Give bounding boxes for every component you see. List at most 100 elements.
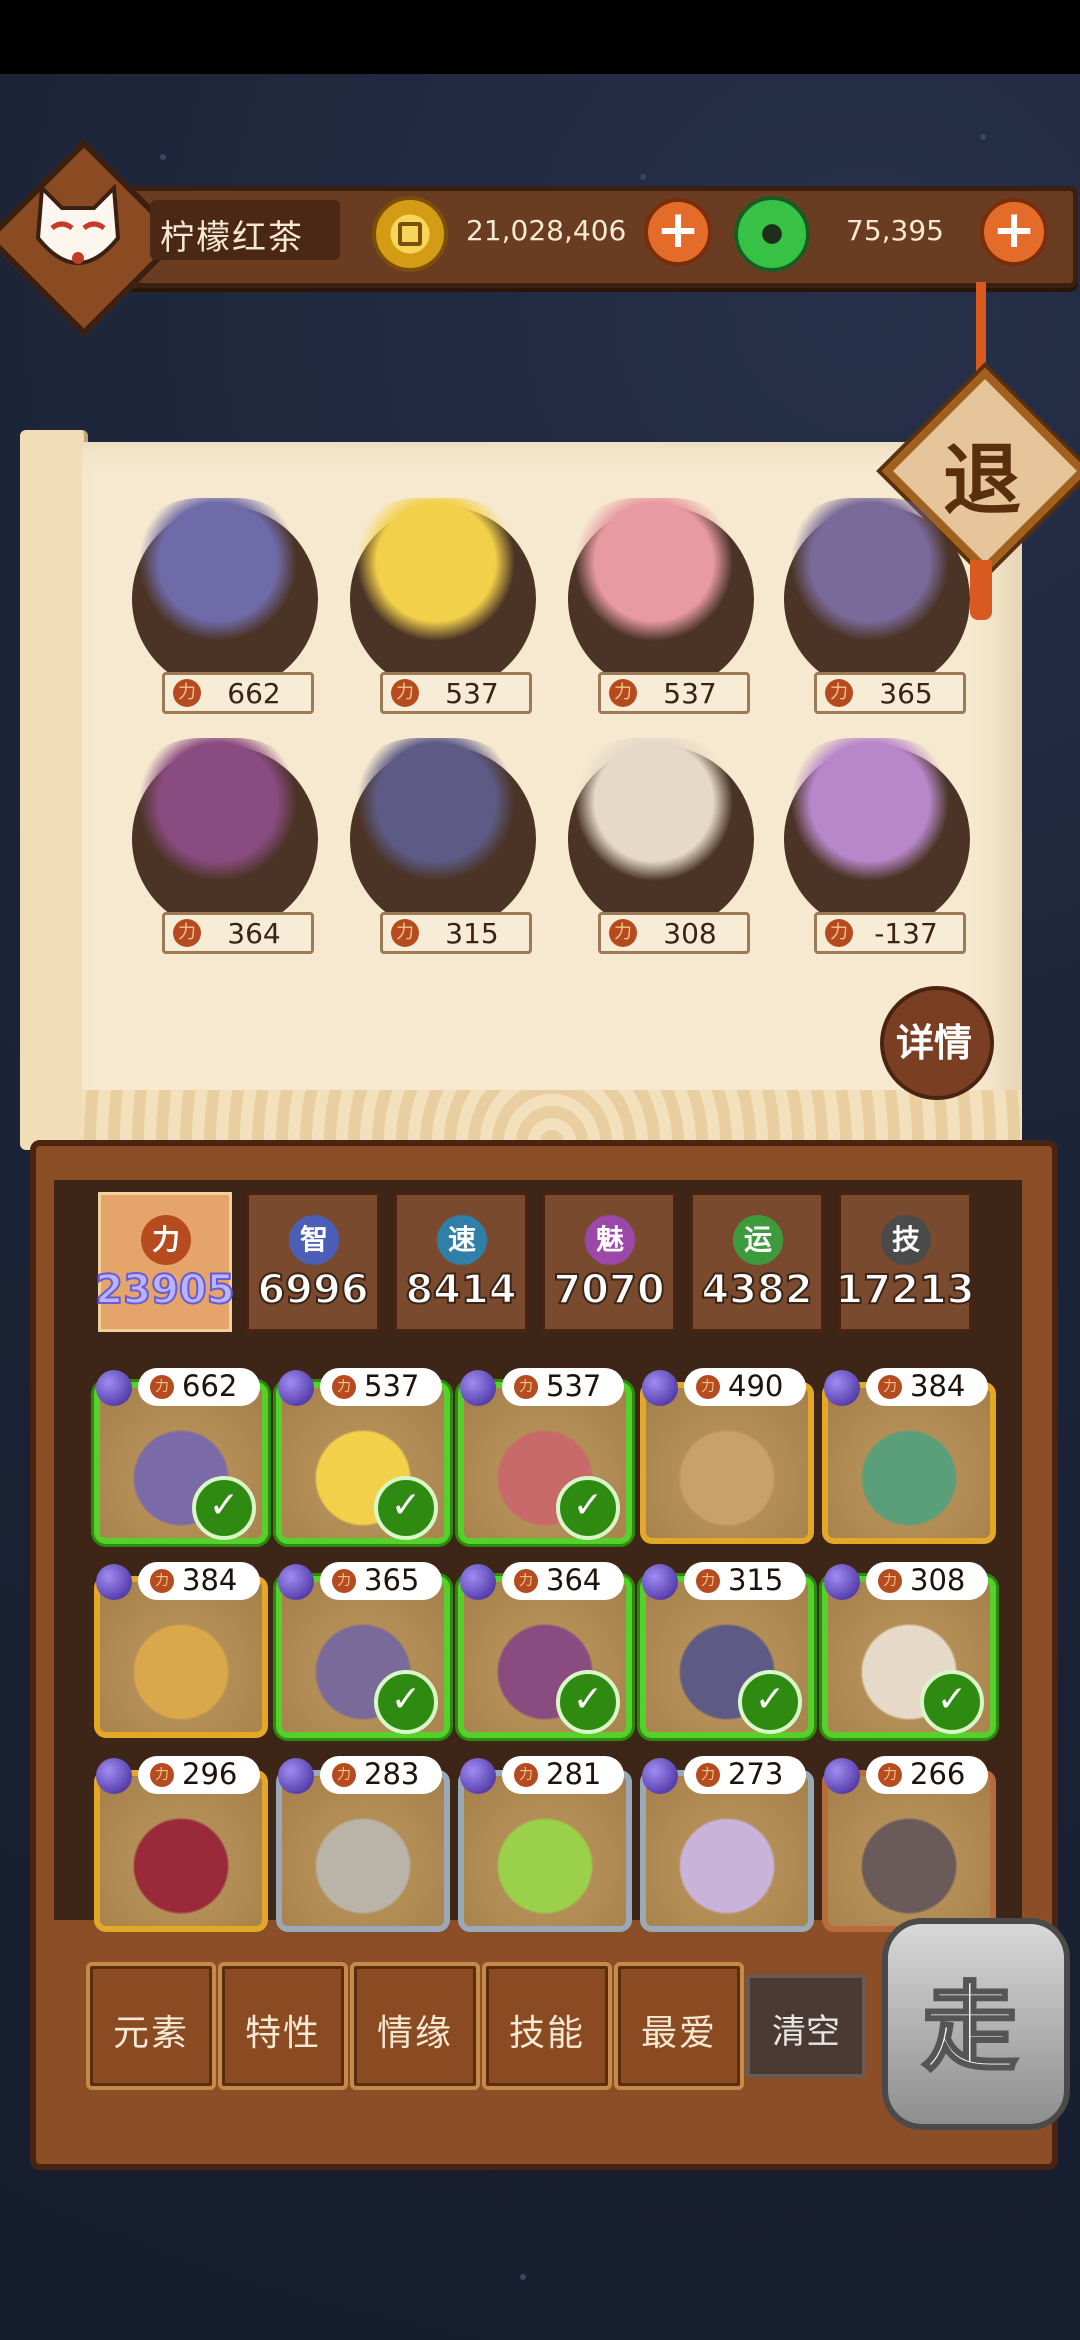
card-power-value: 365 (364, 1563, 420, 1597)
stat-tab[interactable]: 速 8414 (394, 1192, 528, 1332)
team-power-value: 308 (663, 917, 717, 950)
element-orb-icon (460, 1564, 496, 1600)
power-icon: 力 (391, 919, 419, 947)
power-icon: 力 (332, 1375, 356, 1399)
character-card[interactable] (458, 1770, 632, 1932)
stat-tab[interactable]: 技 17213 (834, 1192, 976, 1332)
stat-value: 8414 (404, 1266, 517, 1314)
stat-value: 23905 (94, 1266, 235, 1314)
team-member-slot[interactable]: 力 537 (554, 498, 754, 714)
stat-tab[interactable]: 智 6996 (246, 1192, 380, 1332)
element-orb-icon (824, 1758, 860, 1794)
element-orb-icon (96, 1370, 132, 1406)
team-power-tag: 力 365 (814, 672, 966, 714)
character-art (828, 1776, 990, 1926)
team-member-slot[interactable]: 力 662 (118, 498, 318, 714)
team-character-art (564, 738, 744, 898)
power-icon: 力 (514, 1375, 538, 1399)
team-member-slot[interactable]: 力 537 (336, 498, 536, 714)
element-orb-icon (642, 1564, 678, 1600)
stat-value: 7070 (552, 1266, 665, 1314)
team-member-slot[interactable]: 力 -137 (770, 738, 970, 954)
card-power-value: 384 (182, 1563, 238, 1597)
filter-label: 技能 (508, 2013, 585, 2054)
team-power-value: 662 (227, 677, 281, 710)
selected-check-icon: ✓ (192, 1476, 256, 1540)
filter-label: 情缘 (376, 2013, 453, 2054)
card-power-badge: 力 384 (866, 1368, 988, 1406)
element-orb-icon (824, 1370, 860, 1406)
team-member-slot[interactable]: 力 315 (336, 738, 536, 954)
card-power-badge: 力 296 (138, 1756, 260, 1794)
element-orb-icon (460, 1758, 496, 1794)
element-orb-icon (96, 1758, 132, 1794)
character-card[interactable] (94, 1576, 268, 1738)
power-icon: 力 (696, 1763, 720, 1787)
character-art (100, 1582, 262, 1732)
card-power-value: 490 (728, 1369, 784, 1403)
team-power-value: 364 (227, 917, 281, 950)
fox-mask-icon[interactable] (32, 178, 124, 288)
jade-coin-icon (734, 196, 810, 272)
character-art (282, 1776, 444, 1926)
card-power-badge: 力 364 (502, 1562, 624, 1600)
element-orb-icon (642, 1758, 678, 1794)
stat-icon: 魅 (585, 1215, 635, 1265)
card-power-value: 273 (728, 1757, 784, 1791)
card-power-badge: 力 266 (866, 1756, 988, 1794)
power-icon: 力 (878, 1763, 902, 1787)
filter-button[interactable]: 最爱 (614, 1962, 744, 2090)
card-power-badge: 力 537 (320, 1368, 442, 1406)
team-power-value: 365 (879, 677, 933, 710)
power-icon: 力 (514, 1569, 538, 1593)
filter-button[interactable]: 特性 (218, 1962, 348, 2090)
element-orb-icon (278, 1370, 314, 1406)
team-character-art (128, 498, 308, 658)
character-card[interactable] (640, 1382, 814, 1544)
power-icon: 力 (173, 679, 201, 707)
power-icon: 力 (825, 679, 853, 707)
character-card[interactable] (276, 1770, 450, 1932)
stat-tab[interactable]: 力 23905 (94, 1192, 236, 1332)
filter-button[interactable]: 情缘 (350, 1962, 480, 2090)
character-art (646, 1388, 808, 1538)
add-jade-button[interactable]: + (980, 198, 1048, 266)
card-power-value: 315 (728, 1563, 784, 1597)
power-icon: 力 (391, 679, 419, 707)
character-card[interactable] (640, 1770, 814, 1932)
card-power-badge: 力 273 (684, 1756, 806, 1794)
card-power-value: 662 (182, 1369, 238, 1403)
power-icon: 力 (150, 1763, 174, 1787)
team-power-value: 315 (445, 917, 499, 950)
character-card[interactable] (822, 1382, 996, 1544)
element-orb-icon (96, 1564, 132, 1600)
card-power-value: 537 (546, 1369, 602, 1403)
clear-button[interactable]: 清空 (746, 1974, 866, 2078)
team-member-slot[interactable]: 力 308 (554, 738, 754, 954)
stat-tab[interactable]: 运 4382 (690, 1192, 824, 1332)
card-power-value: 384 (910, 1369, 966, 1403)
stat-icon: 速 (437, 1215, 487, 1265)
filter-label: 最爱 (640, 2013, 717, 2054)
selected-check-icon: ✓ (374, 1476, 438, 1540)
stat-tab[interactable]: 魅 7070 (542, 1192, 676, 1332)
team-member-slot[interactable]: 力 364 (118, 738, 318, 954)
stat-value: 17213 (834, 1266, 975, 1314)
add-gold-button[interactable]: + (644, 198, 712, 266)
filter-button[interactable]: 元素 (86, 1962, 216, 2090)
team-member-slot[interactable]: 力 365 (770, 498, 970, 714)
character-card[interactable] (94, 1770, 268, 1932)
power-icon: 力 (825, 919, 853, 947)
character-art (828, 1388, 990, 1538)
selected-check-icon: ✓ (556, 1476, 620, 1540)
element-orb-icon (642, 1370, 678, 1406)
team-power-value: 537 (445, 677, 499, 710)
team-power-tag: 力 537 (598, 672, 750, 714)
card-power-badge: 力 384 (138, 1562, 260, 1600)
stat-icon: 技 (881, 1215, 931, 1265)
team-power-tag: 力 315 (380, 912, 532, 954)
stat-value: 6996 (256, 1266, 369, 1314)
filter-button[interactable]: 技能 (482, 1962, 612, 2090)
character-card[interactable] (822, 1770, 996, 1932)
filter-label: 元素 (112, 2013, 189, 2054)
